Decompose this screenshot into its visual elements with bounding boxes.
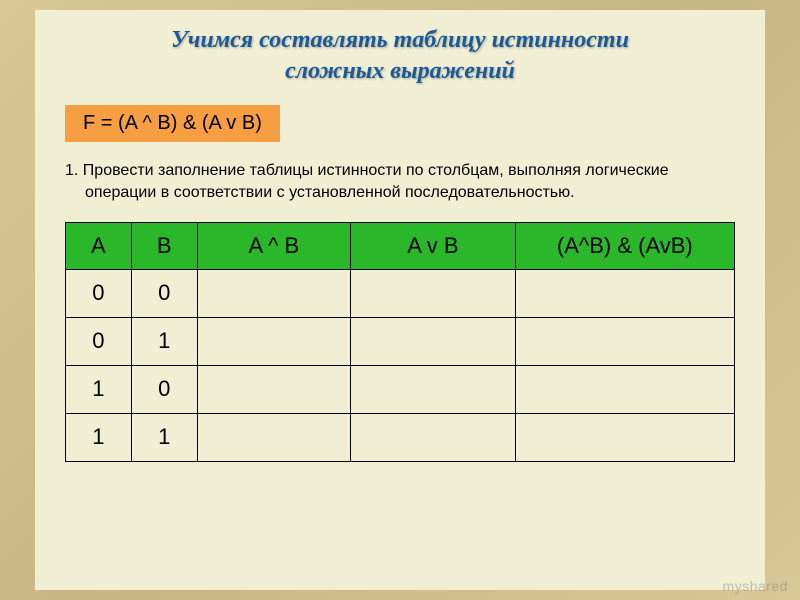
cell-or (351, 413, 516, 461)
cell-a: 1 (66, 365, 132, 413)
cell-b: 1 (131, 317, 197, 365)
cell-and (197, 269, 351, 317)
cell-a: 1 (66, 413, 132, 461)
title-line-1: Учимся составлять таблицу истинности (171, 27, 629, 53)
cell-a: 0 (66, 269, 132, 317)
cell-and (197, 365, 351, 413)
cell-result (515, 365, 734, 413)
table-row: 0 0 (66, 269, 735, 317)
table-row: 1 1 (66, 413, 735, 461)
cell-b: 0 (131, 365, 197, 413)
th-b: B (131, 222, 197, 269)
instruction-body: Провести заполнение таблицы истинности п… (83, 162, 669, 201)
slide-container: Учимся составлять таблицу истинности сло… (35, 10, 765, 590)
th-or: A v B (351, 222, 516, 269)
th-and: A ^ B (197, 222, 351, 269)
cell-or (351, 317, 516, 365)
cell-and (197, 317, 351, 365)
cell-or (351, 269, 516, 317)
instruction-number: 1. (65, 162, 78, 179)
title-line-2: сложных выражений (285, 58, 515, 84)
table-row: 0 1 (66, 317, 735, 365)
cell-result (515, 269, 734, 317)
th-result: (A^B) & (AvB) (515, 222, 734, 269)
cell-result (515, 317, 734, 365)
cell-b: 0 (131, 269, 197, 317)
th-a: A (66, 222, 132, 269)
cell-b: 1 (131, 413, 197, 461)
truth-table: A B A ^ B A v B (A^B) & (AvB) 0 0 0 1 (65, 222, 735, 462)
watermark: myshared (723, 578, 788, 594)
instruction-text: 1. Провести заполнение таблицы истинност… (65, 160, 735, 203)
formula-box: F = (A ^ B) & (A v B) (65, 105, 280, 142)
cell-result (515, 413, 734, 461)
cell-and (197, 413, 351, 461)
page-title: Учимся составлять таблицу истинности сло… (65, 25, 735, 87)
cell-a: 0 (66, 317, 132, 365)
table-header-row: A B A ^ B A v B (A^B) & (AvB) (66, 222, 735, 269)
formula-text: F = (A ^ B) & (A v B) (83, 112, 262, 134)
cell-or (351, 365, 516, 413)
table-row: 1 0 (66, 365, 735, 413)
